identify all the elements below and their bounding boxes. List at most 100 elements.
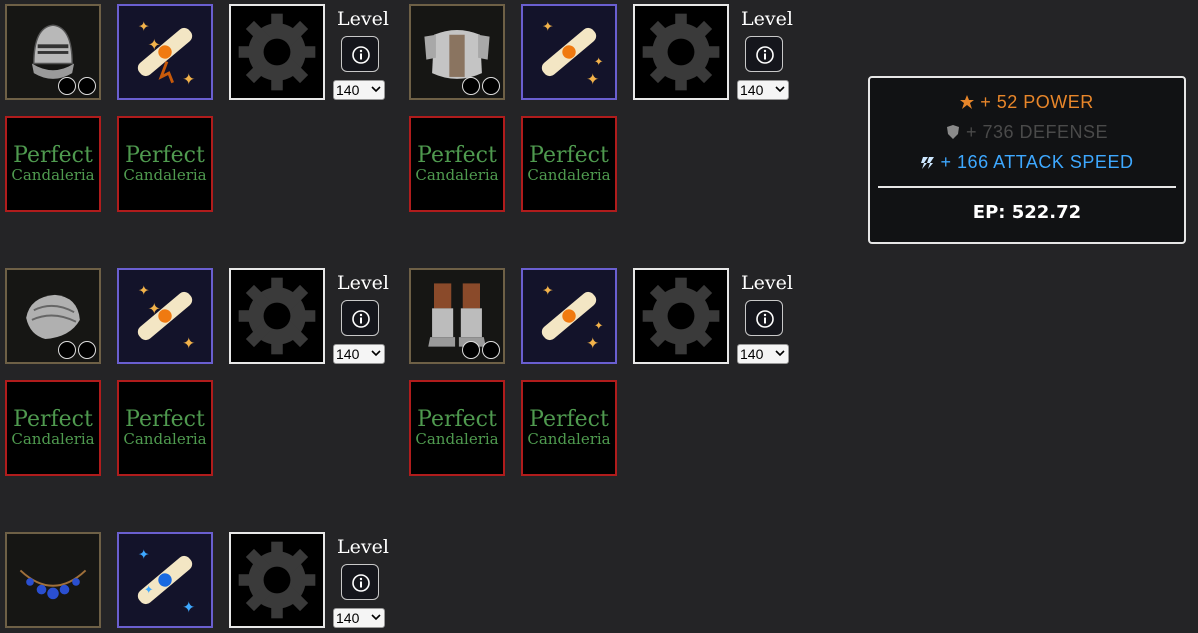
gem-socket[interactable]: [462, 341, 480, 359]
perfect-candaleria-slot[interactable]: Perfect Candaleria: [5, 116, 101, 212]
gem-socket[interactable]: [462, 77, 480, 95]
level-label: Level: [741, 8, 793, 30]
scroll-icon: ✦✦✦: [541, 284, 604, 353]
info-icon: [352, 310, 370, 328]
gem-socket[interactable]: [58, 77, 76, 95]
gear-icon: [642, 13, 720, 91]
svg-text:✦: ✦: [182, 335, 195, 353]
level-select[interactable]: 140: [333, 608, 385, 628]
chevron-down-icon: [371, 86, 381, 93]
candaleria-label: Candaleria: [527, 429, 611, 448]
svg-text:✦: ✦: [586, 335, 599, 353]
gear-slot[interactable]: [229, 532, 325, 628]
candaleria-label: Candaleria: [415, 429, 499, 448]
svg-text:✦: ✦: [138, 284, 149, 299]
perfect-label: Perfect: [417, 142, 497, 168]
perfect-candaleria-slot[interactable]: Perfect Candaleria: [521, 116, 617, 212]
info-button[interactable]: [745, 36, 783, 72]
perfect-label: Perfect: [125, 406, 205, 432]
ep-value: EP: 522.72: [972, 202, 1082, 223]
scroll-icon: ✦ ✦ ✦: [137, 548, 195, 617]
gem-socket[interactable]: [482, 77, 500, 95]
svg-text:✦: ✦: [144, 582, 154, 596]
gem-socket[interactable]: [78, 341, 96, 359]
chest-slot[interactable]: [409, 4, 505, 100]
level-control: Level 140: [737, 8, 797, 100]
gear-icon: [238, 277, 316, 355]
attack-speed-stat: + 166 ATTACK SPEED: [870, 152, 1184, 173]
gear-slot[interactable]: [633, 4, 729, 100]
gem-socket[interactable]: [78, 77, 96, 95]
scroll-icon: ✦✦✦: [541, 20, 604, 89]
perfect-candaleria-slot[interactable]: Perfect Candaleria: [409, 116, 505, 212]
level-select[interactable]: 140: [333, 80, 385, 100]
level-control: Level 140: [333, 272, 393, 364]
level-control: Level 140: [737, 272, 797, 364]
stats-panel: + 52 POWER + 736 DEFENSE + 166 ATTACK SP…: [868, 76, 1186, 244]
candaleria-label: Candaleria: [415, 165, 499, 184]
boots-slot[interactable]: [409, 268, 505, 364]
info-icon: [352, 574, 370, 592]
perfect-label: Perfect: [13, 406, 93, 432]
level-control: Level 140: [333, 536, 393, 628]
necklace-icon: [19, 569, 87, 600]
enchant-scroll-slot[interactable]: ✦ ✦ ✦: [117, 532, 213, 628]
enchant-scroll-slot[interactable]: ✦ ✦ ✦: [117, 4, 213, 100]
perfect-label: Perfect: [529, 406, 609, 432]
level-label: Level: [741, 272, 793, 294]
svg-text:✦: ✦: [182, 599, 195, 617]
chevron-down-icon: [775, 86, 785, 93]
shield-icon: [946, 123, 960, 139]
info-button[interactable]: [341, 300, 379, 336]
perfect-candaleria-slot[interactable]: Perfect Candaleria: [409, 380, 505, 476]
chevron-down-icon: [371, 350, 381, 357]
necklace-slot[interactable]: [5, 532, 101, 628]
info-button[interactable]: [341, 36, 379, 72]
level-control: Level 140: [333, 8, 393, 100]
enchant-scroll-slot[interactable]: ✦ ✦ ✦: [521, 268, 617, 364]
level-select[interactable]: 140: [333, 344, 385, 364]
scroll-icon: ✦✦✦: [137, 20, 195, 89]
gear-icon: [238, 541, 316, 619]
svg-text:✦: ✦: [594, 318, 604, 332]
perfect-candaleria-slot[interactable]: Perfect Candaleria: [117, 116, 213, 212]
candaleria-label: Candaleria: [11, 429, 95, 448]
info-icon: [352, 46, 370, 64]
perfect-candaleria-slot[interactable]: Perfect Candaleria: [117, 380, 213, 476]
svg-text:✦: ✦: [148, 36, 161, 54]
gear-icon: [238, 13, 316, 91]
candaleria-label: Candaleria: [123, 429, 207, 448]
gear-slot[interactable]: [229, 268, 325, 364]
divider: [878, 186, 1176, 188]
candaleria-label: Candaleria: [123, 165, 207, 184]
perfect-candaleria-slot[interactable]: Perfect Candaleria: [521, 380, 617, 476]
defense-stat: + 736 DEFENSE: [870, 122, 1184, 143]
svg-text:✦: ✦: [138, 20, 149, 35]
enchant-scroll-slot[interactable]: ✦ ✦ ✦: [521, 4, 617, 100]
info-icon: [756, 46, 774, 64]
perfect-label: Perfect: [125, 142, 205, 168]
perfect-label: Perfect: [529, 142, 609, 168]
svg-text:✦: ✦: [138, 548, 149, 563]
helmet-slot[interactable]: [5, 4, 101, 100]
perfect-candaleria-slot[interactable]: Perfect Candaleria: [5, 380, 101, 476]
power-stat: + 52 POWER: [870, 92, 1184, 113]
info-button[interactable]: [745, 300, 783, 336]
svg-text:✦: ✦: [148, 300, 161, 318]
level-label: Level: [337, 536, 389, 558]
gem-socket[interactable]: [58, 341, 76, 359]
chevron-down-icon: [371, 614, 381, 621]
gear-slot[interactable]: [229, 4, 325, 100]
perfect-label: Perfect: [13, 142, 93, 168]
info-button[interactable]: [341, 564, 379, 600]
candaleria-label: Candaleria: [11, 165, 95, 184]
level-select[interactable]: 140: [737, 344, 789, 364]
level-label: Level: [337, 272, 389, 294]
level-select[interactable]: 140: [737, 80, 789, 100]
gear-slot[interactable]: [633, 268, 729, 364]
attack-speed-icon: [920, 153, 935, 169]
enchant-scroll-slot[interactable]: ✦ ✦ ✦: [117, 268, 213, 364]
gem-socket[interactable]: [482, 341, 500, 359]
gloves-slot[interactable]: [5, 268, 101, 364]
svg-text:✦: ✦: [586, 71, 599, 89]
